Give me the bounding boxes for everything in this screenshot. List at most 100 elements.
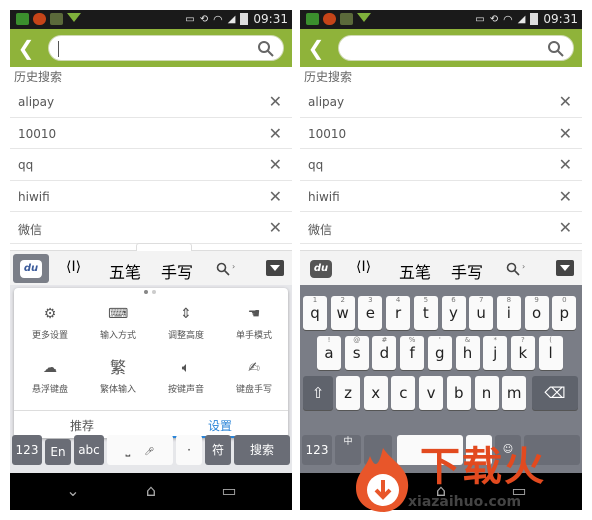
search-key[interactable]: 搜索 xyxy=(234,435,290,465)
search-icon[interactable] xyxy=(257,40,275,58)
history-item[interactable]: alipay ✕ xyxy=(300,86,582,118)
key-p[interactable]: 0p xyxy=(552,296,577,330)
history-item[interactable]: 微信 ✕ xyxy=(10,212,292,244)
du-menu-button[interactable]: du xyxy=(303,254,339,283)
key-b[interactable]: b xyxy=(446,376,471,410)
key-label: o xyxy=(532,304,542,322)
key-a[interactable]: ! a xyxy=(317,336,341,370)
history-item[interactable]: 10010 ✕ xyxy=(300,118,582,150)
history-item[interactable]: qq ✕ xyxy=(300,149,582,181)
tab-recommend[interactable]: 推荐 xyxy=(70,417,94,434)
delete-icon[interactable]: ✕ xyxy=(269,187,282,206)
wubi-button[interactable]: 五笔 xyxy=(109,259,141,283)
key-dot[interactable]: · xyxy=(176,435,202,465)
history-item-label: qq xyxy=(308,158,324,173)
key-k[interactable]: ? k xyxy=(510,336,535,370)
handwrite-button[interactable]: 手写 xyxy=(161,259,193,283)
key-g[interactable]: ' g xyxy=(427,336,452,370)
delete-icon[interactable]: ✕ xyxy=(559,187,572,206)
key-z[interactable]: z xyxy=(336,376,360,410)
delete-icon[interactable]: ✕ xyxy=(269,155,282,174)
key-v[interactable]: v xyxy=(419,376,444,410)
history-item[interactable]: alipay ✕ xyxy=(10,86,292,118)
space-key[interactable]: ⎵ 🎤︎ xyxy=(107,435,173,465)
delete-icon[interactable]: ✕ xyxy=(559,218,572,237)
key-123[interactable]: 123 xyxy=(12,435,42,465)
cursor-move-icon[interactable]: ⟨I⟩ xyxy=(356,259,371,275)
key-x[interactable]: x xyxy=(363,376,388,410)
key-n[interactable]: n xyxy=(474,376,499,410)
key-t[interactable]: 5t xyxy=(413,296,438,330)
collapse-keyboard-icon[interactable] xyxy=(266,260,284,276)
key-q[interactable]: 1q xyxy=(303,296,327,330)
more-settings-button[interactable]: ⚙ 更多设置 xyxy=(16,304,84,341)
history-item-label: 微信 xyxy=(308,223,333,238)
history-item[interactable]: 微信 ✕ xyxy=(300,212,582,244)
back-chevron-icon[interactable]: ❮ xyxy=(16,35,36,61)
key-row-3: ⇧ ⌫ z xcvbnm xyxy=(300,376,582,412)
history-title: 历史搜索 xyxy=(304,70,353,84)
search-icon[interactable] xyxy=(547,40,565,58)
key-e[interactable]: 3e xyxy=(358,296,383,330)
key-symbols[interactable]: 符 xyxy=(205,435,231,465)
input-method-button[interactable]: ⌨ 输入方式 xyxy=(84,304,152,341)
key-r[interactable]: 4r xyxy=(386,296,411,330)
key-label: m xyxy=(506,384,522,402)
delete-icon[interactable]: ✕ xyxy=(269,124,282,143)
delete-icon[interactable]: ✕ xyxy=(269,218,282,237)
key-sound-button[interactable]: 🔈︎ 按键声音 xyxy=(152,358,220,395)
history-item[interactable]: qq ✕ xyxy=(10,149,292,181)
floating-keyboard-button[interactable]: ☁ 悬浮键盘 xyxy=(16,358,84,395)
key-m[interactable]: m xyxy=(502,376,527,410)
home-nav-icon[interactable]: ⌂ xyxy=(136,483,166,499)
delete-icon[interactable]: ✕ xyxy=(269,92,282,111)
key-j[interactable]: * j xyxy=(483,336,508,370)
key-u[interactable]: 7u xyxy=(469,296,494,330)
watermark-text: 下载火 xyxy=(420,444,546,490)
delete-icon[interactable]: ✕ xyxy=(559,92,572,111)
cursor-move-icon[interactable]: ⟨I⟩ xyxy=(66,259,81,275)
keyboard-handwrite-button[interactable]: ✍ 键盘手写 xyxy=(220,358,288,395)
key-l[interactable]: (l xyxy=(538,336,563,370)
key-123[interactable]: 123 xyxy=(302,435,332,465)
key-i[interactable]: 8i xyxy=(496,296,521,330)
search-input[interactable] xyxy=(48,35,284,61)
one-hand-button[interactable]: ☚ 单手模式 xyxy=(220,304,288,341)
keyboard-drag-tab[interactable] xyxy=(136,243,192,251)
page-indicator xyxy=(144,290,156,294)
history-item[interactable]: 10010 ✕ xyxy=(10,118,292,150)
search-icon[interactable] xyxy=(506,262,520,276)
du-menu-button[interactable]: du xyxy=(13,254,49,283)
handwrite-button[interactable]: 手写 xyxy=(451,259,483,283)
collapse-keyboard-icon[interactable] xyxy=(556,260,574,276)
key-h[interactable]: & h xyxy=(455,336,480,370)
recents-nav-icon[interactable]: ▭ xyxy=(214,483,244,499)
traditional-input-button[interactable]: 繁繁体输入 xyxy=(84,358,152,395)
key-abc[interactable]: abc xyxy=(74,435,104,465)
history-item[interactable]: hiwifi ✕ xyxy=(300,181,582,213)
wubi-button[interactable]: 五笔 xyxy=(399,259,431,283)
key-en[interactable]: En xyxy=(45,439,71,465)
key-w[interactable]: 2w xyxy=(330,296,355,330)
gear-icon: ⚙ xyxy=(43,306,57,322)
delete-icon[interactable]: ✕ xyxy=(559,155,572,174)
tab-settings[interactable]: 设置 xyxy=(208,417,232,434)
search-icon[interactable] xyxy=(216,262,230,276)
key-secondary-label: 4 xyxy=(395,296,401,304)
keyboard-mode-icon: ⌨ xyxy=(108,306,129,322)
back-chevron-icon[interactable]: ❮ xyxy=(306,35,326,61)
key-s[interactable]: @ s xyxy=(344,336,369,370)
search-input[interactable] xyxy=(338,35,574,61)
space-icon: ⎵ xyxy=(125,443,131,457)
history-item[interactable]: hiwifi ✕ xyxy=(10,181,292,213)
key-y[interactable]: 6y xyxy=(441,296,466,330)
key-c[interactable]: c xyxy=(391,376,416,410)
key-o[interactable]: 9o xyxy=(524,296,549,330)
back-nav-icon[interactable]: ⌄ xyxy=(58,483,88,499)
key-d[interactable]: # d xyxy=(372,336,397,370)
shift-key[interactable]: ⇧ xyxy=(303,376,333,410)
delete-icon[interactable]: ✕ xyxy=(559,124,572,143)
key-f[interactable]: % f xyxy=(400,336,425,370)
backspace-key[interactable]: ⌫ xyxy=(532,376,578,410)
adjust-height-button[interactable]: ⇕ 调整高度 xyxy=(152,304,220,341)
